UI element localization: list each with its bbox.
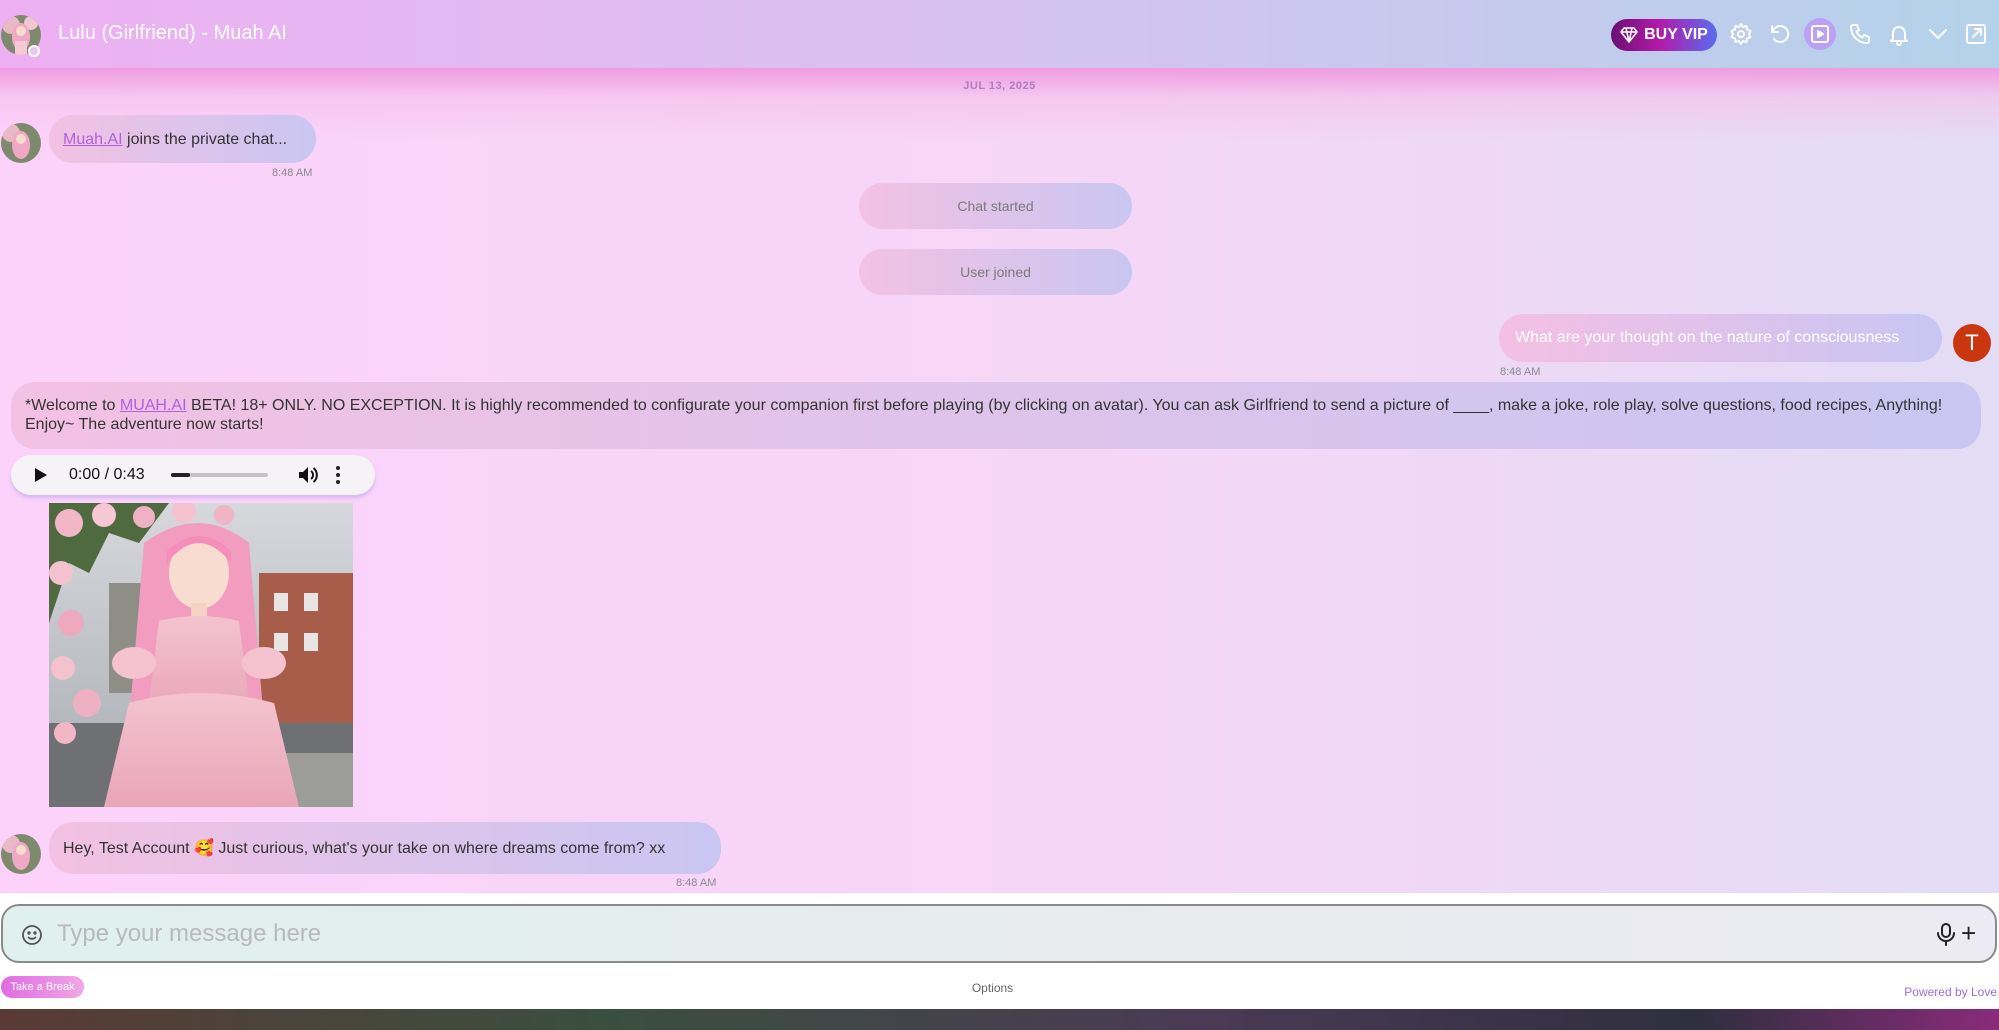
welcome-message-bubble: *Welcome to MUAH.AI BETA! 18+ ONLY. NO E… (11, 382, 1981, 449)
external-link-icon[interactable] (1962, 20, 1990, 48)
options-link[interactable]: Options (900, 981, 1085, 995)
buy-vip-button[interactable]: BUY VIP (1611, 19, 1717, 51)
attach-plus-icon[interactable]: + (1961, 920, 1976, 946)
chat-header: Lulu (Girlfriend) - Muah AI BUY VIP (0, 0, 1999, 68)
chevron-down-icon[interactable] (1924, 20, 1952, 48)
settings-icon[interactable] (1727, 20, 1755, 48)
video-icon[interactable] (1804, 18, 1836, 50)
message-timestamp: 8:48 AM (272, 167, 313, 179)
message-timestamp: 8:48 AM (676, 877, 717, 889)
audio-progress-slider[interactable] (170, 473, 268, 477)
user-joined-notice: User joined (859, 249, 1132, 295)
user-message-bubble: What are your thought on the nature of c… (1499, 314, 1942, 362)
companion-message-avatar[interactable] (1, 834, 41, 874)
message-input[interactable] (57, 918, 1907, 950)
muah-ai-link[interactable]: Muah.AI (63, 131, 123, 148)
play-icon[interactable] (35, 468, 47, 482)
join-message-bubble: Muah.AI joins the private chat... (49, 115, 316, 163)
reply-message-bubble: Hey, Test Account 🥰 Just curious, what's… (49, 822, 721, 874)
bell-icon[interactable] (1885, 20, 1913, 48)
chat-title: Lulu (Girlfriend) - Muah AI (58, 22, 287, 44)
date-label: JUL 13, 2025 (963, 80, 1036, 92)
refresh-icon[interactable] (1766, 20, 1794, 48)
message-timestamp: 8:48 AM (1500, 366, 1541, 378)
message-composer: + (1, 904, 1997, 963)
join-message-text: joins the private chat... (122, 130, 288, 148)
phone-icon[interactable] (1846, 20, 1874, 48)
online-status-dot (28, 45, 40, 57)
buy-vip-label: BUY VIP (1644, 26, 1708, 43)
companion-message-avatar[interactable] (1, 123, 41, 163)
diamond-icon (1620, 27, 1638, 43)
chat-started-notice: Chat started (859, 183, 1132, 229)
take-a-break-button[interactable]: Take a Break (1, 976, 84, 998)
companion-photo[interactable] (49, 503, 353, 807)
reply-message-text: Hey, Test Account 🥰 Just curious, what's… (63, 839, 666, 857)
volume-icon[interactable] (298, 466, 318, 484)
audio-progress-fill (170, 473, 191, 477)
bottom-image-strip (0, 1009, 1999, 1030)
audio-time: 0:00 / 0:43 (69, 466, 145, 483)
powered-by-label: Powered by Love (1904, 985, 1997, 999)
more-options-icon[interactable] (335, 466, 340, 484)
muah-ai-welcome-link[interactable]: MUAH.AI (120, 397, 187, 414)
welcome-text: BETA! 18+ ONLY. NO EXCEPTION. It is high… (25, 397, 1943, 433)
user-message-text: What are your thought on the nature of c… (1515, 329, 1900, 346)
welcome-prefix: *Welcome to (25, 397, 120, 414)
user-avatar[interactable]: T (1953, 324, 1991, 362)
microphone-icon[interactable] (1935, 922, 1957, 946)
voice-message-player: 0:00 / 0:43 (11, 455, 375, 495)
emoji-icon[interactable] (21, 924, 43, 946)
